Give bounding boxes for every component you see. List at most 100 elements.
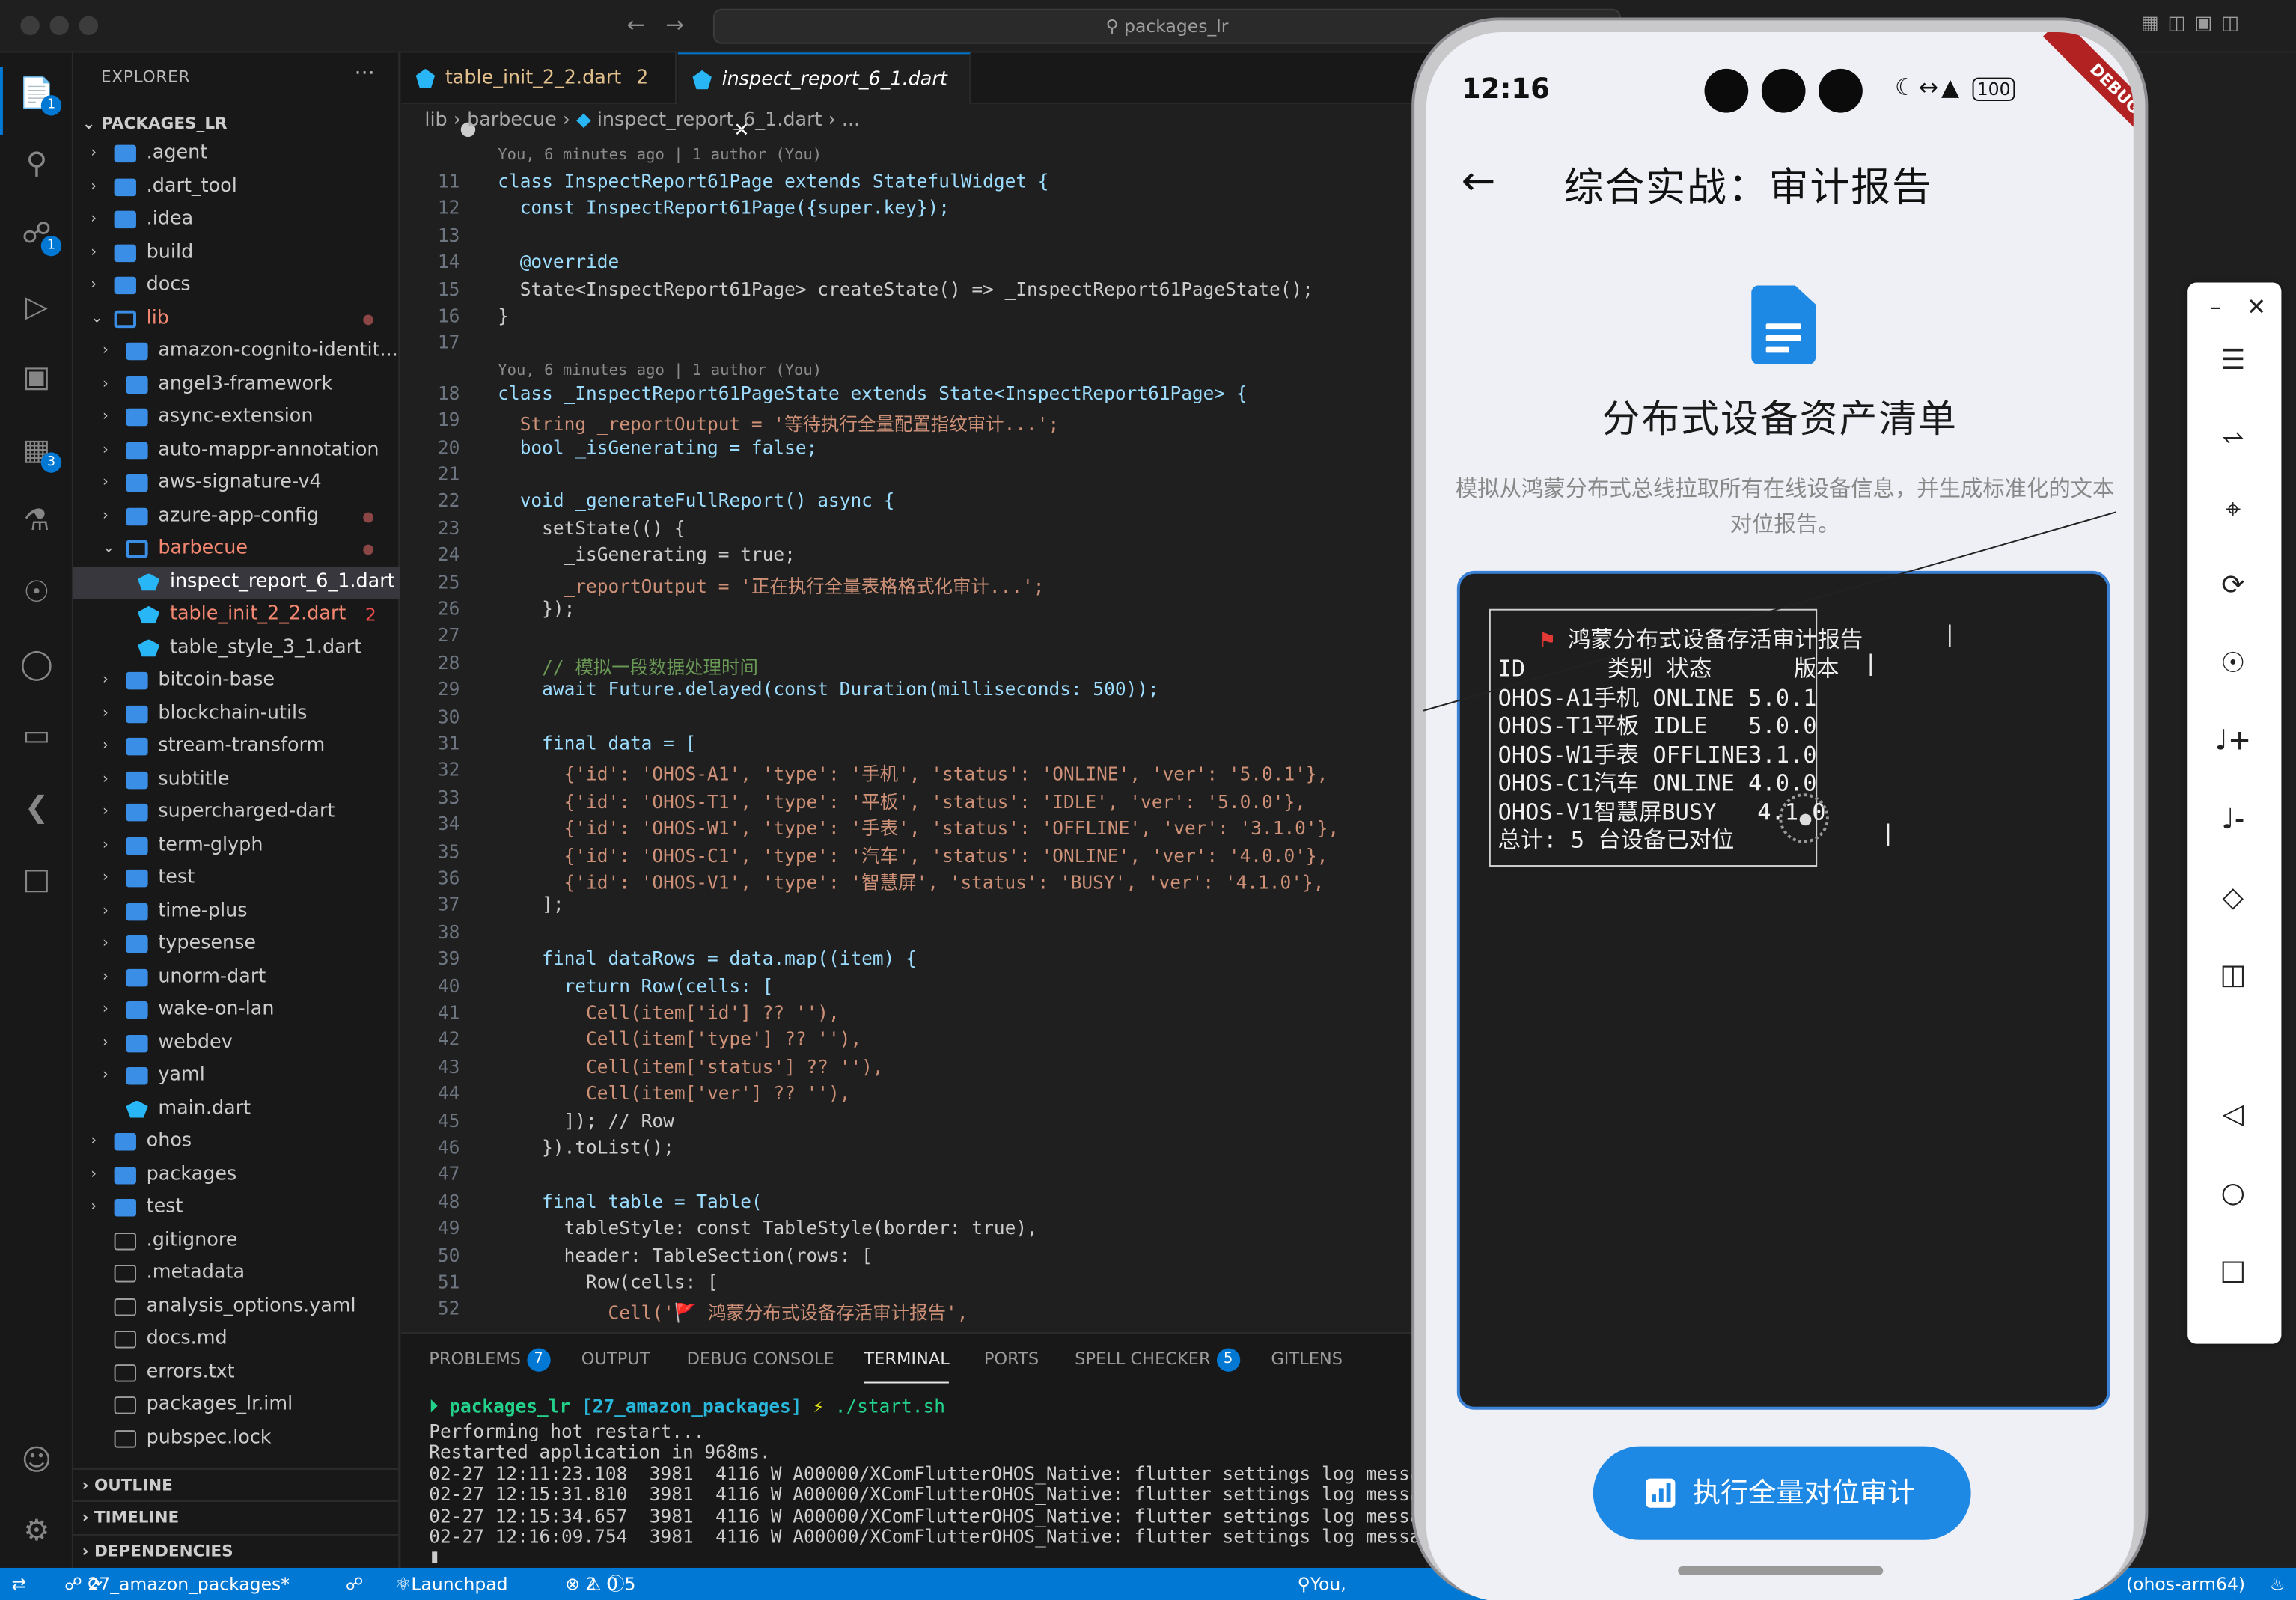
panel-tab[interactable]: SPELL CHECKER 5 <box>1075 1334 1240 1384</box>
tree-item[interactable]: › auto-mappr-annotation <box>73 434 400 467</box>
git-graph-icon[interactable]: ◯ <box>17 644 55 683</box>
chevron-right-icon[interactable]: › <box>91 1126 106 1158</box>
tree-item[interactable]: › angel3-framework <box>73 368 400 401</box>
tree-item[interactable]: › unorm-dart <box>73 961 400 994</box>
search-icon[interactable]: ⚲ <box>17 144 55 182</box>
problems-status[interactable]: ⊗ 2 ⚠ 0 ⓘ 5 <box>565 1568 635 1600</box>
breadcrumb-lib[interactable]: lib <box>424 110 447 132</box>
layout-controls[interactable]: ▦◫▣◫ <box>2141 13 2248 35</box>
chevron-right-icon[interactable]: › <box>103 368 117 401</box>
tree-item[interactable]: .gitignore <box>73 1224 400 1257</box>
panel-tab[interactable]: OUTPUT <box>581 1334 650 1384</box>
tree-item[interactable]: docs.md <box>73 1323 400 1356</box>
zoom-window-icon[interactable] <box>79 16 99 35</box>
chevron-right-icon[interactable]: › <box>103 1060 117 1093</box>
workspace-root[interactable]: ⌄ PACKAGES_LR <box>73 109 400 141</box>
chevron-right-icon[interactable]: › <box>91 171 106 204</box>
breadcrumb-file[interactable]: inspect_report_6_1.dart <box>597 110 822 132</box>
gitlens-icon[interactable]: ☉ <box>17 572 55 611</box>
tree-item[interactable]: errors.txt <box>73 1356 400 1389</box>
close-window-icon[interactable] <box>20 16 40 35</box>
breadcrumb-more[interactable]: ... <box>842 110 860 132</box>
tree-item[interactable]: analysis_options.yaml <box>73 1290 400 1323</box>
tree-item[interactable]: inspect_report_6_1.dart <box>73 566 400 599</box>
breadcrumb-barbecue[interactable]: barbecue <box>467 110 557 132</box>
screenshot-icon[interactable]: ☉ <box>2211 641 2256 686</box>
chevron-right-icon[interactable]: › <box>103 829 117 862</box>
tree-item[interactable]: › packages <box>73 1158 400 1191</box>
chevron-right-icon[interactable]: › <box>91 204 106 236</box>
notifications-icon[interactable]: ♨ <box>2270 1568 2286 1600</box>
panel-tab[interactable]: TERMINAL <box>864 1334 950 1384</box>
tree-item[interactable]: › time-plus <box>73 895 400 928</box>
tree-item[interactable]: › .dart_tool <box>73 171 400 204</box>
tree-item[interactable]: › supercharged-dart <box>73 796 400 829</box>
launchpad-status[interactable]: ⚛ Launchpad <box>395 1568 507 1600</box>
chevron-right-icon[interactable]: › <box>103 500 117 533</box>
chevron-right-icon[interactable]: › <box>103 730 117 763</box>
volume-down-icon[interactable]: ♩- <box>2211 798 2256 842</box>
tree-item[interactable]: › async-extension <box>73 401 400 434</box>
panel-tab[interactable]: DEBUG CONSOLE <box>687 1334 834 1384</box>
chevron-right-icon[interactable]: › <box>103 961 117 994</box>
chevron-right-icon[interactable]: › <box>103 401 117 434</box>
rotate-device-icon[interactable]: ◇ <box>2211 876 2256 920</box>
chevron-right-icon[interactable]: › <box>103 895 117 928</box>
chevron-right-icon[interactable]: › <box>103 994 117 1027</box>
tree-item[interactable]: › azure-app-config <box>73 500 400 533</box>
chevron-right-icon[interactable]: › <box>91 1158 106 1191</box>
chevron-right-icon[interactable]: › <box>103 928 117 961</box>
timeline-section[interactable]: › TIMELINE <box>73 1500 400 1533</box>
multi-window-icon[interactable]: ◫ <box>2211 953 2256 997</box>
tree-item[interactable]: › .idea <box>73 204 400 236</box>
chevron-right-icon[interactable]: › <box>103 665 117 697</box>
chevron-right-icon[interactable]: › <box>91 269 106 302</box>
tree-item[interactable]: › ohos <box>73 1126 400 1158</box>
more-actions-icon[interactable]: ⋯ <box>355 61 375 85</box>
tree-item[interactable]: › bitcoin-base <box>73 665 400 697</box>
remote-icon[interactable]: ⇄ <box>12 1568 27 1600</box>
tree-item[interactable]: ⌄ barbecue <box>73 533 400 566</box>
dependencies-section[interactable]: › DEPENDENCIES <box>73 1533 400 1566</box>
gesture-icon[interactable]: ⥋ <box>2211 415 2256 459</box>
tree-item[interactable]: › test <box>73 1191 400 1224</box>
tree-item[interactable]: › webdev <box>73 1027 400 1060</box>
home-circle-icon[interactable]: ○ <box>2211 1171 2256 1215</box>
back-arrow-icon[interactable]: ← <box>1462 156 1496 205</box>
extensions-icon[interactable]: ▦ 3 <box>17 430 62 473</box>
crop-icon[interactable]: ⌖ <box>2211 487 2256 531</box>
tree-item[interactable]: › blockchain-utils <box>73 697 400 730</box>
chevron-right-icon[interactable]: › <box>103 763 117 796</box>
account-icon[interactable]: ☺ <box>17 1441 55 1479</box>
tree-item[interactable]: main.dart <box>73 1093 400 1126</box>
chevron-right-icon[interactable]: › <box>103 434 117 467</box>
chevron-right-icon[interactable]: › <box>103 335 117 368</box>
code-editor[interactable]: You, 6 minutes ago | 1 author (You) 11 cla… <box>401 141 1414 1329</box>
menu-icon[interactable]: ☰ <box>2211 338 2256 382</box>
chevron-right-icon[interactable]: › <box>91 1191 106 1224</box>
run-full-audit-button[interactable]: 执行全量对位审计 <box>1593 1446 1971 1540</box>
minimize-icon[interactable]: – <box>2193 285 2238 329</box>
settings-gear-icon[interactable]: ⚙ <box>17 1511 55 1549</box>
run-debug-icon[interactable]: ▷ <box>17 287 55 325</box>
tree-item[interactable]: table_style_3_1.dart <box>73 632 400 665</box>
flutter-icon[interactable]: ❮ <box>17 787 55 825</box>
tree-item[interactable]: › docs <box>73 269 400 302</box>
tree-item[interactable]: ⌄ lib <box>73 302 400 335</box>
close-icon[interactable]: ✕ <box>2235 285 2279 329</box>
tree-item[interactable]: › .agent <box>73 138 400 171</box>
tree-item[interactable]: › build <box>73 236 400 269</box>
container-icon[interactable]: ▭ <box>17 716 55 754</box>
chevron-right-icon[interactable]: › <box>91 138 106 171</box>
blame-status[interactable]: ⚲ You, 13 hours <box>1298 1568 1346 1600</box>
tree-item[interactable]: › subtitle <box>73 763 400 796</box>
outline-section[interactable]: › OUTLINE <box>73 1468 400 1500</box>
chevron-down-icon[interactable]: ⌄ <box>103 533 117 566</box>
home-indicator[interactable] <box>1678 1566 1884 1575</box>
tree-item[interactable]: › term-glyph <box>73 829 400 862</box>
tree-item[interactable]: › typesense <box>73 928 400 961</box>
tree-item[interactable]: › aws-signature-v4 <box>73 467 400 500</box>
chevron-right-icon[interactable]: › <box>103 467 117 500</box>
inspector-icon[interactable]: □ <box>17 859 55 897</box>
chevron-right-icon[interactable]: › <box>91 236 106 269</box>
